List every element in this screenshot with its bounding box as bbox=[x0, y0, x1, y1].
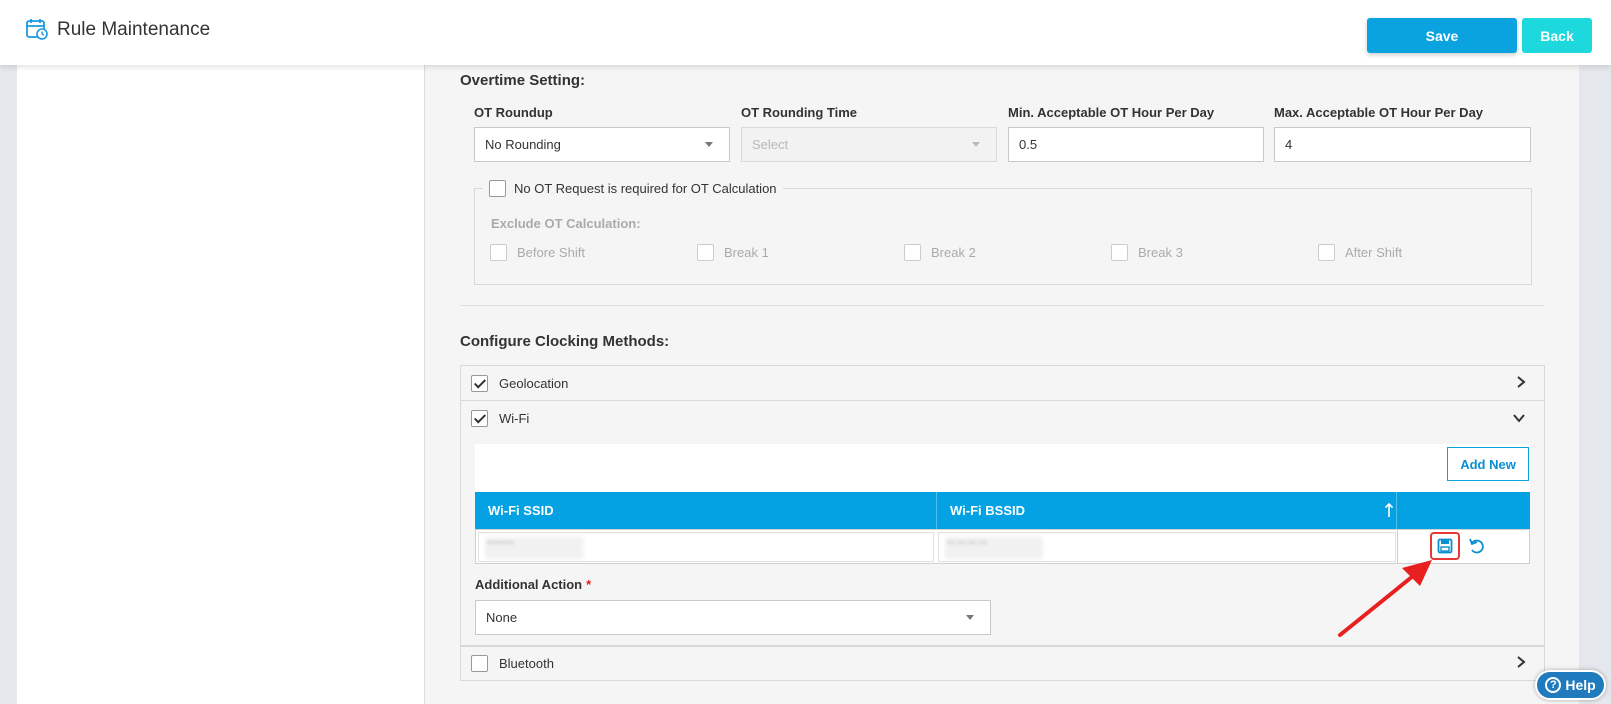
accordion-geolocation[interactable]: Geolocation bbox=[460, 365, 1545, 401]
after-shift-label: After Shift bbox=[1345, 245, 1403, 260]
before-shift-checkbox[interactable] bbox=[490, 244, 507, 261]
ssid-value: ••••••• bbox=[487, 537, 514, 549]
before-shift-label: Before Shift bbox=[517, 245, 585, 260]
break-1-checkbox[interactable] bbox=[697, 244, 714, 261]
calendar-clock-icon bbox=[26, 19, 48, 40]
exclude-after-shift[interactable]: After Shift bbox=[1318, 244, 1402, 261]
help-label: Help bbox=[1565, 677, 1596, 693]
exclude-before-shift[interactable]: Before Shift bbox=[490, 244, 585, 261]
ot-roundup-value: No Rounding bbox=[485, 137, 561, 152]
column-header-actions bbox=[1397, 492, 1530, 529]
column-header-bssid[interactable]: Wi-Fi BSSID bbox=[937, 492, 1397, 529]
exclude-break-3[interactable]: Break 3 bbox=[1111, 244, 1183, 261]
row-cancel-button[interactable] bbox=[1467, 536, 1487, 556]
geolocation-label: Geolocation bbox=[499, 375, 569, 391]
ot-rounding-time-label: OT Rounding Time bbox=[741, 105, 858, 120]
accordion-wifi[interactable]: Wi-Fi bbox=[460, 400, 1545, 436]
chevron-right-icon[interactable] bbox=[1516, 655, 1526, 672]
overtime-section-title: Overtime Setting: bbox=[460, 72, 586, 89]
annotation-arrow-icon bbox=[1338, 560, 1432, 637]
no-ot-request-checkbox[interactable] bbox=[489, 179, 506, 197]
required-marker: * bbox=[586, 577, 592, 592]
column-header-ssid[interactable]: Wi-Fi SSID bbox=[475, 492, 937, 529]
add-new-button[interactable]: Add New bbox=[1447, 447, 1529, 481]
accordion-bluetooth[interactable]: Bluetooth bbox=[460, 646, 1545, 681]
bssid-value: ••:••:••:•• bbox=[947, 537, 987, 549]
no-ot-request-label: No OT Request is required for OT Calcula… bbox=[514, 180, 777, 196]
ot-calculation-group bbox=[474, 188, 1532, 285]
chevron-down-icon[interactable] bbox=[1512, 410, 1526, 426]
left-panel bbox=[17, 65, 425, 704]
after-shift-checkbox[interactable] bbox=[1318, 244, 1335, 261]
geolocation-checkbox[interactable] bbox=[471, 374, 488, 392]
wifi-label: Wi-Fi bbox=[499, 410, 530, 426]
max-ot-input[interactable]: 4 bbox=[1274, 127, 1531, 162]
additional-action-label: Additional Action * bbox=[475, 577, 591, 592]
break-1-label: Break 1 bbox=[724, 245, 769, 260]
break-2-checkbox[interactable] bbox=[904, 244, 921, 261]
chevron-down-icon bbox=[705, 142, 713, 147]
undo-icon bbox=[1469, 538, 1484, 554]
wifi-checkbox[interactable] bbox=[471, 409, 488, 427]
min-ot-label: Min. Acceptable OT Hour Per Day bbox=[1008, 105, 1215, 120]
back-button[interactable]: Back bbox=[1522, 18, 1592, 53]
bluetooth-label: Bluetooth bbox=[499, 656, 554, 671]
chevron-down-icon bbox=[972, 142, 980, 147]
help-button[interactable]: ? Help bbox=[1535, 670, 1606, 700]
min-ot-value: 0.5 bbox=[1019, 137, 1038, 152]
break-3-label: Break 3 bbox=[1138, 245, 1183, 260]
break-3-checkbox[interactable] bbox=[1111, 244, 1128, 261]
exclude-break-2[interactable]: Break 2 bbox=[904, 244, 976, 261]
chevron-down-icon bbox=[966, 615, 974, 620]
max-ot-label: Max. Acceptable OT Hour Per Day bbox=[1274, 105, 1484, 120]
exclude-break-1[interactable]: Break 1 bbox=[697, 244, 769, 261]
bssid-input[interactable]: ••:••:••:•• bbox=[938, 532, 1396, 562]
exclude-ot-label: Exclude OT Calculation: bbox=[491, 216, 641, 231]
ot-rounding-time-select: Select bbox=[741, 127, 997, 162]
wifi-grid-header: Wi-Fi SSID Wi-Fi BSSID bbox=[475, 492, 1530, 529]
ot-roundup-select[interactable]: No Rounding bbox=[474, 127, 730, 162]
ssid-input[interactable]: ••••••• bbox=[478, 532, 934, 562]
right-gutter bbox=[1579, 65, 1611, 704]
question-circle-icon: ? bbox=[1545, 677, 1562, 693]
bluetooth-checkbox[interactable] bbox=[471, 655, 488, 672]
chevron-right-icon[interactable] bbox=[1516, 375, 1526, 392]
ot-roundup-label: OT Roundup bbox=[474, 105, 553, 120]
clocking-section-title: Configure Clocking Methods: bbox=[460, 333, 670, 350]
save-button[interactable]: Save bbox=[1367, 18, 1517, 53]
ssid-column-label: Wi-Fi SSID bbox=[488, 503, 554, 518]
additional-action-value: None bbox=[486, 610, 518, 625]
break-2-label: Break 2 bbox=[931, 245, 976, 260]
additional-action-select[interactable]: None bbox=[475, 600, 991, 635]
min-ot-input[interactable]: 0.5 bbox=[1008, 127, 1264, 162]
app-header: Rule Maintenance Save Back bbox=[0, 0, 1611, 65]
additional-action-text: Additional Action bbox=[475, 577, 583, 592]
page-title: Rule Maintenance bbox=[57, 19, 211, 40]
no-ot-request-option[interactable]: No OT Request is required for OT Calcula… bbox=[483, 178, 783, 198]
bssid-column-label: Wi-Fi BSSID bbox=[950, 503, 1025, 518]
max-ot-value: 4 bbox=[1285, 137, 1293, 152]
section-divider bbox=[460, 305, 1545, 306]
ot-rounding-time-placeholder: Select bbox=[752, 137, 789, 152]
